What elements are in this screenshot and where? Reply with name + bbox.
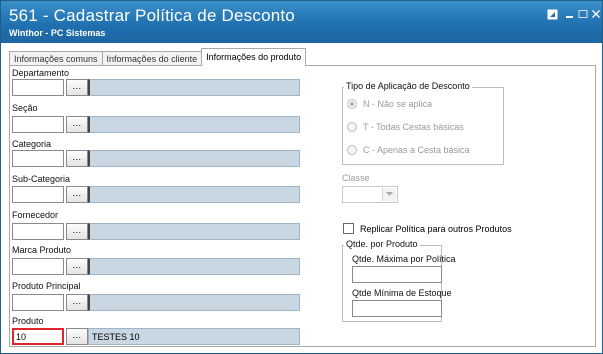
radio-option-todas-cestas[interactable]: T - Todas Cestas básicas bbox=[347, 122, 464, 132]
tab-informacoes-comuns[interactable]: Informações comuns bbox=[9, 51, 103, 66]
secao-description bbox=[88, 116, 300, 133]
fornecedor-description bbox=[88, 223, 300, 240]
replicar-checkbox[interactable] bbox=[343, 223, 354, 234]
departamento-description bbox=[88, 79, 300, 96]
categoria-label: Categoria bbox=[12, 139, 52, 149]
classe-label: Classe bbox=[342, 173, 370, 183]
produto-principal-lookup-button[interactable]: ... bbox=[66, 294, 88, 311]
tab-bar: Informações comuns Informações do client… bbox=[9, 48, 307, 66]
produto-description: TESTES 10 bbox=[88, 328, 300, 345]
classe-select[interactable] bbox=[342, 186, 398, 203]
replicar-label: Replicar Política para outros Produtos bbox=[360, 223, 512, 234]
departamento-lookup-button[interactable]: ... bbox=[66, 79, 88, 96]
replicar-checkbox-row[interactable]: Replicar Política para outros Produtos bbox=[343, 223, 512, 234]
window-subtitle: Winthor - PC Sistemas bbox=[9, 28, 106, 38]
produto-lookup-button[interactable]: ... bbox=[66, 328, 88, 345]
tipo-aplicacao-legend: Tipo de Aplicação de Desconto bbox=[344, 81, 472, 91]
produto-principal-code-input[interactable] bbox=[12, 294, 64, 311]
departamento-label: Departamento bbox=[12, 68, 70, 78]
qtde-minima-label: Qtde Mínima de Estoque bbox=[352, 288, 452, 298]
tab-content-produto: Departamento ... Seção ... Categoria ...… bbox=[9, 65, 596, 347]
qtde-maxima-label: Qtde. Máxima por Política bbox=[352, 254, 456, 264]
fornecedor-code-input[interactable] bbox=[12, 223, 64, 240]
marca-description bbox=[88, 258, 300, 275]
radio-option-label: C - Apenas a Cesta básica bbox=[363, 145, 470, 155]
main-window: 561 - Cadastrar Política de Desconto Win… bbox=[0, 0, 603, 354]
categoria-lookup-button[interactable]: ... bbox=[66, 150, 88, 167]
marca-label: Marca Produto bbox=[12, 245, 72, 255]
secao-code-input[interactable] bbox=[12, 116, 64, 133]
window-title: 561 - Cadastrar Política de Desconto bbox=[9, 6, 295, 25]
categoria-code-input[interactable] bbox=[12, 150, 64, 167]
produto-code-input[interactable]: 10 bbox=[12, 328, 64, 345]
qtde-produto-legend: Qtde. por Produto bbox=[344, 239, 420, 249]
marca-code-input[interactable] bbox=[12, 258, 64, 275]
radio-button-icon[interactable] bbox=[347, 122, 357, 132]
produto-principal-label: Produto Principal bbox=[12, 281, 81, 291]
radio-option-label: T - Todas Cestas básicas bbox=[363, 122, 464, 132]
tab-informacoes-cliente[interactable]: Informações do cliente bbox=[101, 51, 203, 66]
fornecedor-label: Fornecedor bbox=[12, 210, 59, 220]
minimize-icon[interactable] bbox=[563, 7, 577, 21]
secao-lookup-button[interactable]: ... bbox=[66, 116, 88, 133]
radio-option-label: N - Não se aplica bbox=[363, 99, 433, 109]
subcategoria-label: Sub-Categoria bbox=[12, 174, 71, 184]
departamento-code-input[interactable] bbox=[12, 79, 64, 96]
produto-principal-description bbox=[88, 294, 300, 311]
radio-option-apenas-cesta[interactable]: C - Apenas a Cesta básica bbox=[347, 145, 470, 155]
chevron-down-icon[interactable] bbox=[382, 188, 396, 201]
produto-label: Produto bbox=[12, 316, 44, 326]
qtde-minima-input[interactable] bbox=[352, 300, 442, 317]
secao-label: Seção bbox=[12, 103, 38, 113]
subcategoria-lookup-button[interactable]: ... bbox=[66, 186, 88, 203]
title-bar[interactable]: 561 - Cadastrar Política de Desconto Win… bbox=[1, 1, 602, 43]
subcategoria-code-input[interactable] bbox=[12, 186, 64, 203]
marca-lookup-button[interactable]: ... bbox=[66, 258, 88, 275]
radio-button-icon[interactable] bbox=[347, 145, 357, 155]
subcategoria-description bbox=[88, 186, 300, 203]
qtde-maxima-input[interactable] bbox=[352, 266, 442, 283]
fornecedor-lookup-button[interactable]: ... bbox=[66, 223, 88, 240]
close-icon[interactable] bbox=[589, 7, 603, 21]
radio-option-nao-se-aplica[interactable]: N - Não se aplica bbox=[347, 99, 432, 109]
categoria-description bbox=[88, 150, 300, 167]
maximize-icon[interactable] bbox=[576, 7, 590, 21]
tab-informacoes-produto[interactable]: Informações do produto bbox=[201, 48, 307, 66]
radio-button-icon[interactable] bbox=[347, 99, 357, 109]
restore-icon[interactable] bbox=[545, 7, 559, 21]
